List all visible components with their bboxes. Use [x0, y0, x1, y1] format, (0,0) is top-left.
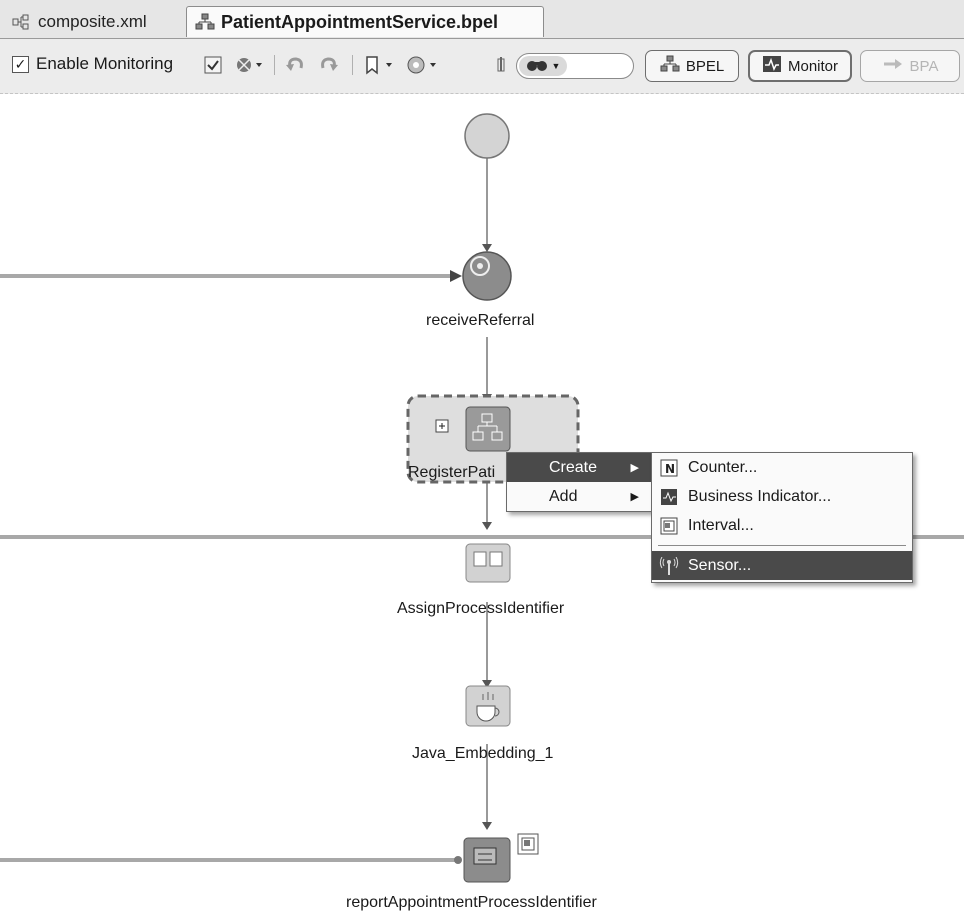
monitor-view-button[interactable]: Monitor: [748, 50, 852, 82]
menu-item-interval[interactable]: Interval...: [652, 511, 912, 540]
monitor-view-label: Monitor: [787, 57, 839, 75]
svg-text:N: N: [665, 462, 675, 476]
submenu-arrow-icon: ▶: [630, 462, 639, 474]
partner-link-arrow: [450, 270, 462, 282]
redo-icon[interactable]: [316, 52, 342, 78]
menu-item-business-indicator-label: Business Indicator...: [688, 487, 832, 505]
tab-composite[interactable]: composite.xml: [4, 6, 180, 37]
java-embedding-node[interactable]: [465, 685, 511, 727]
bookmark-icon[interactable]: [360, 52, 398, 78]
tab-composite-label: composite.xml: [38, 11, 147, 31]
menu-item-sensor[interactable]: Sensor...: [652, 551, 912, 580]
receive-referral-node[interactable]: [462, 251, 512, 301]
tab-bpel-process[interactable]: PatientAppointmentService.bpel: [186, 6, 544, 37]
business-indicator-icon: [658, 487, 680, 507]
register-patient-label: RegisterPati: [408, 464, 496, 481]
composite-icon: [12, 13, 32, 31]
clip-icon[interactable]: [494, 52, 508, 78]
bpel-process-icon: [195, 13, 215, 31]
report-appointment-label: reportAppointmentProcessIdentifier: [346, 894, 597, 911]
tab-bpel-process-label: PatientAppointmentService.bpel: [221, 11, 499, 32]
assign-process-identifier-label: AssignProcessIdentifier: [397, 600, 565, 617]
menu-item-interval-label: Interval...: [688, 516, 754, 534]
receive-referral-label: receiveReferral: [426, 312, 535, 329]
editor-tab-bar: composite.xml PatientAppointmentService.…: [0, 0, 964, 39]
bpa-view-label: BPA: [909, 57, 939, 75]
partner-link-endpoint: [454, 856, 462, 864]
bpa-icon: [882, 56, 904, 76]
bpel-view-button[interactable]: BPEL: [645, 50, 739, 82]
sensor-icon: [658, 556, 680, 576]
start-node[interactable]: [464, 113, 510, 159]
designer-toolbar: ✓ Enable Monitoring ▼ BPEL Monitor BPA: [0, 39, 964, 94]
zoom-icon[interactable]: [404, 52, 442, 78]
menu-item-counter-label: Counter...: [688, 458, 758, 476]
chevron-down-icon: ▼: [551, 61, 561, 71]
interval-sensor-icon[interactable]: [517, 833, 539, 855]
bpel-editor-window: composite.xml PatientAppointmentService.…: [0, 0, 964, 918]
menu-item-sensor-label: Sensor...: [688, 556, 752, 574]
find-field[interactable]: ▼: [516, 53, 634, 79]
toolbar-separator: [352, 55, 353, 75]
menu-item-create[interactable]: Create ▶: [507, 453, 651, 482]
menu-item-create-label: Create: [549, 458, 598, 476]
validate-icon[interactable]: [200, 52, 226, 78]
bpel-icon: [660, 55, 680, 77]
menu-item-business-indicator[interactable]: Business Indicator...: [652, 482, 912, 511]
menu-item-counter[interactable]: N Counter...: [652, 453, 912, 482]
create-submenu: N Counter... Business Indicator... Inter…: [651, 452, 913, 583]
binoculars-icon: [526, 58, 548, 75]
find-options-button[interactable]: ▼: [519, 56, 567, 76]
assign-node[interactable]: [465, 543, 511, 583]
submenu-arrow-icon: ▶: [630, 491, 639, 503]
java-cup-icon: [476, 705, 496, 722]
menu-item-add[interactable]: Add ▶: [507, 482, 651, 511]
monitor-icon: [762, 55, 782, 77]
counter-icon: N: [658, 458, 680, 478]
interval-icon: [658, 516, 680, 536]
java-embedding-label: Java_Embedding_1: [412, 745, 554, 762]
bpa-view-button[interactable]: BPA: [860, 50, 960, 82]
enable-monitoring-checkbox[interactable]: ✓: [12, 56, 29, 73]
menu-item-add-label: Add: [549, 487, 578, 505]
undo-icon[interactable]: [282, 52, 308, 78]
toolbar-separator: [274, 55, 275, 75]
debug-icon[interactable]: [232, 52, 266, 78]
report-appointment-node[interactable]: [463, 837, 511, 883]
bpel-view-label: BPEL: [685, 57, 725, 75]
context-menu: Create ▶ Add ▶: [506, 452, 652, 512]
enable-monitoring-label: Enable Monitoring: [36, 54, 174, 73]
menu-separator: [658, 545, 906, 546]
